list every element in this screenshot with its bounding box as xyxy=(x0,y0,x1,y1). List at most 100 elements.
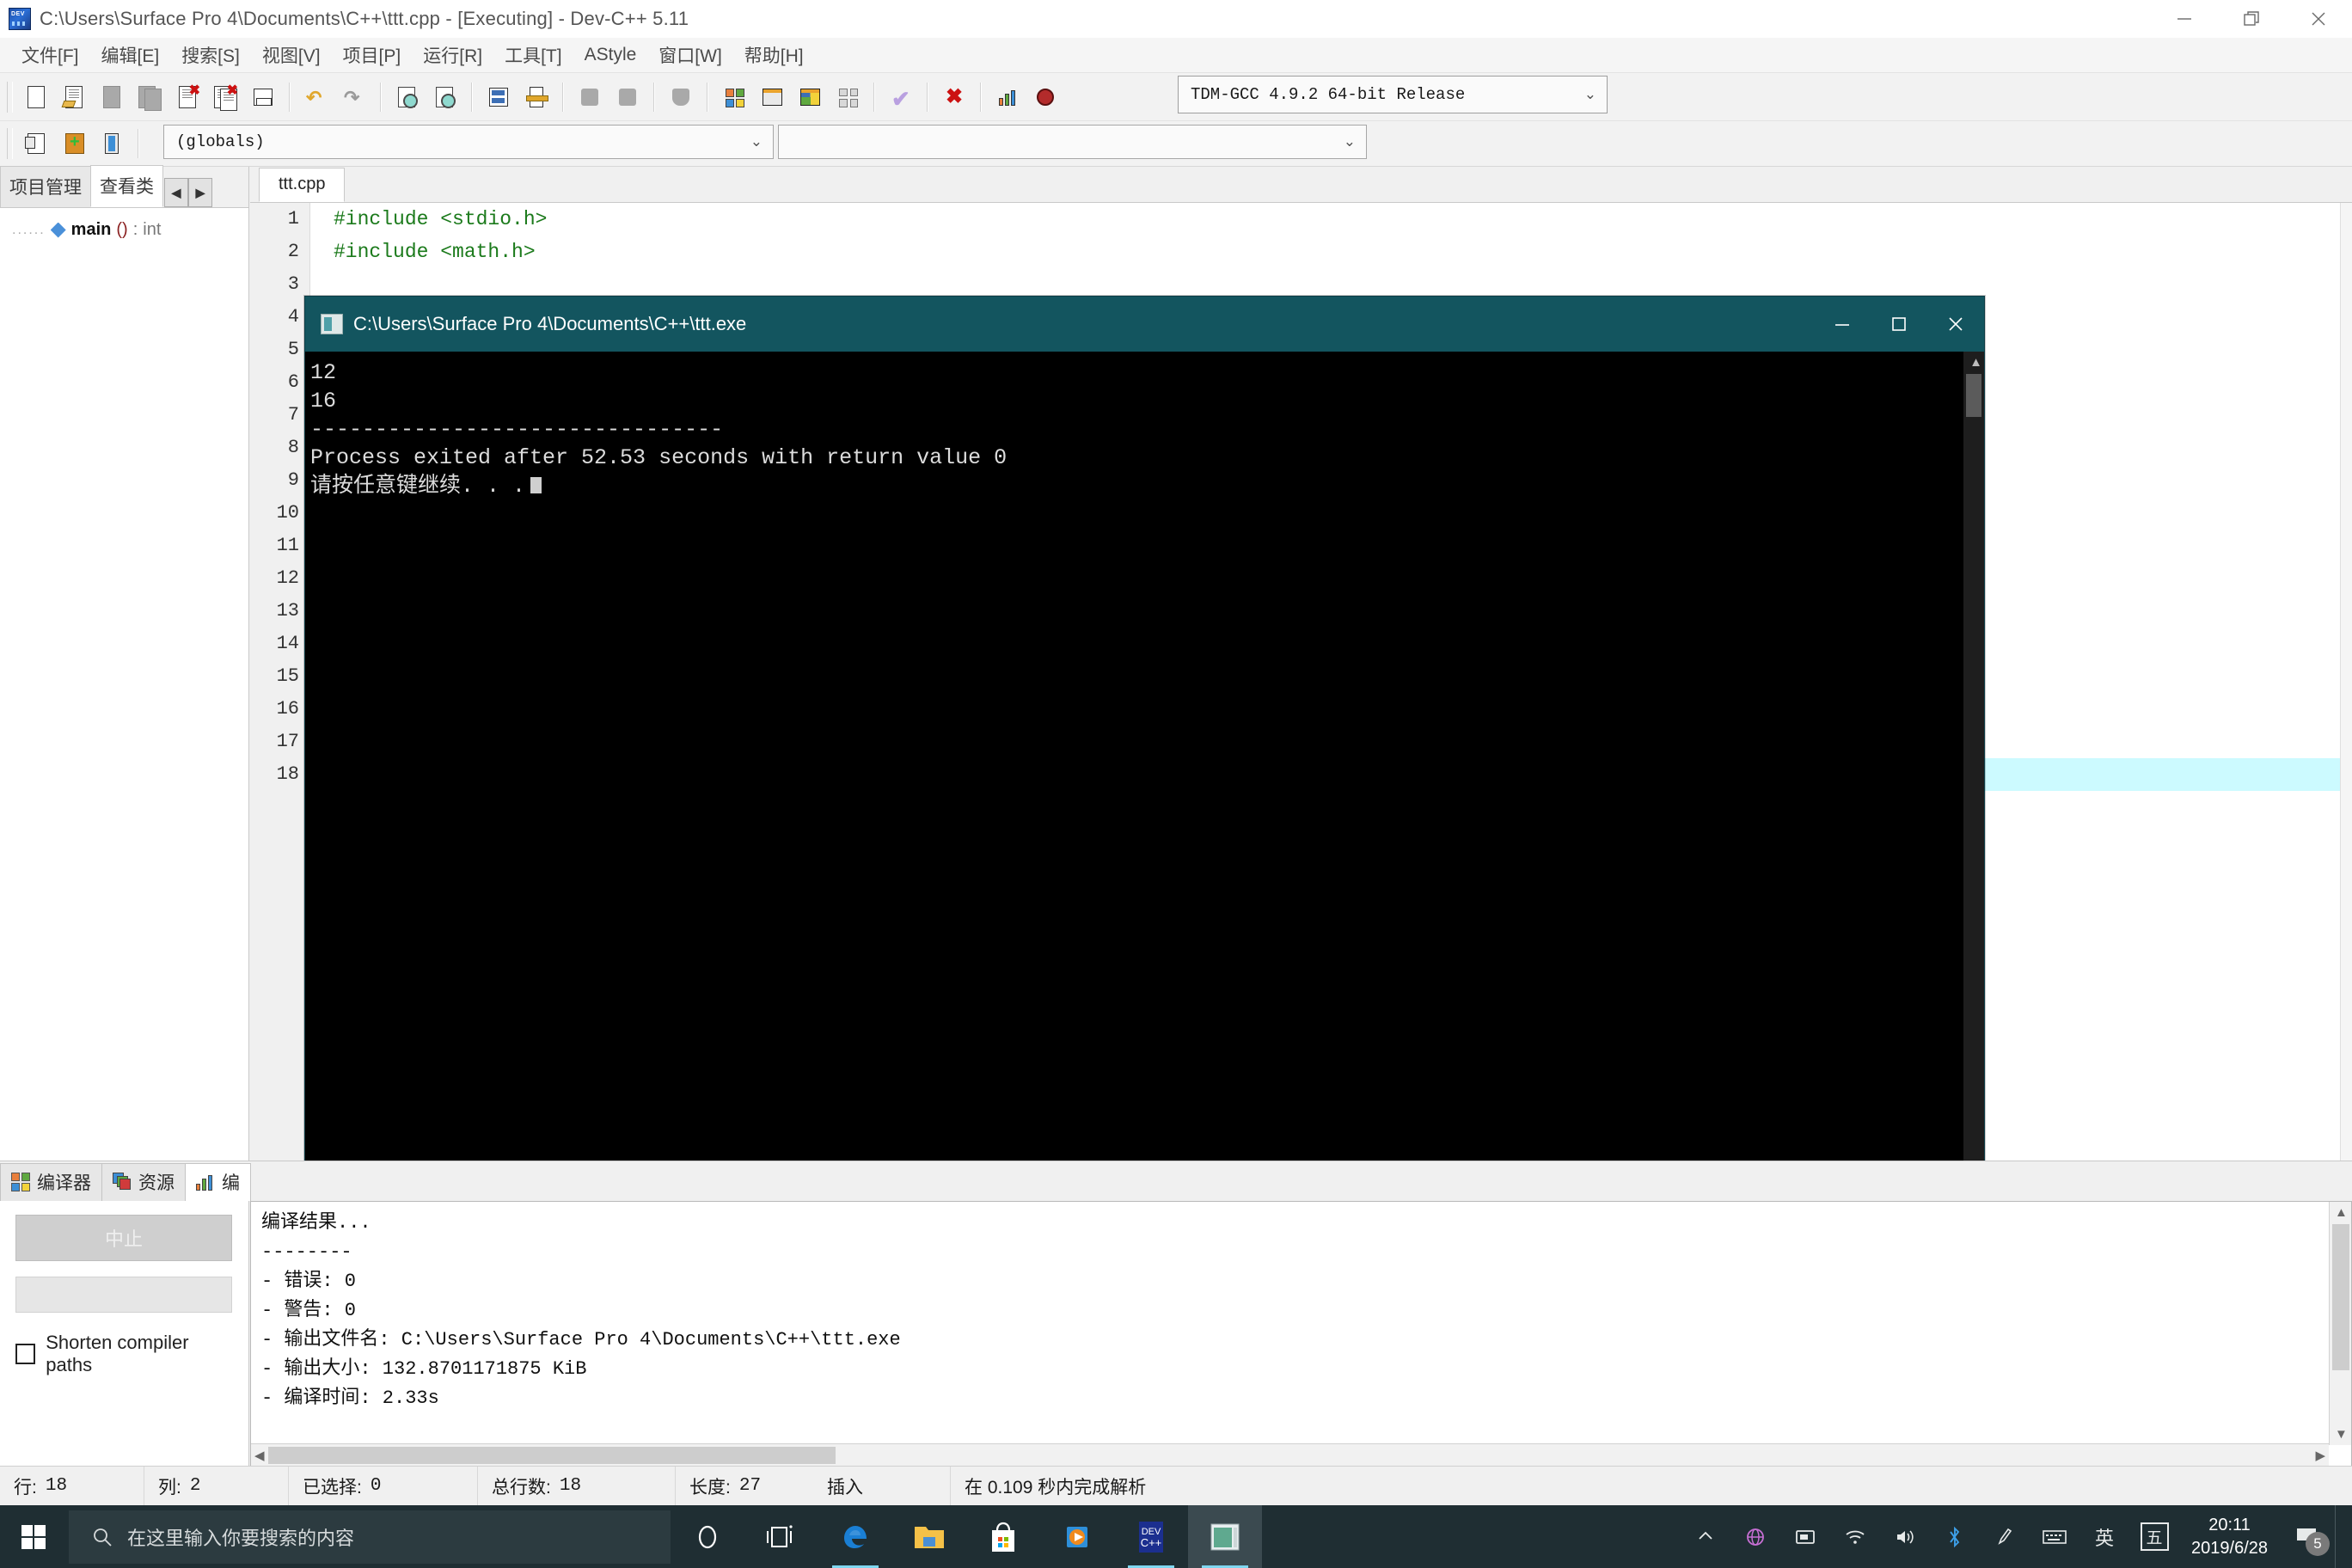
editor-tab-ttt-cpp[interactable]: ttt.cpp xyxy=(259,168,346,202)
minimize-icon[interactable] xyxy=(1814,297,1871,352)
windows-start-icon[interactable] xyxy=(0,1505,69,1568)
console-output[interactable]: 12 16 -------------------------------- Proc… xyxy=(305,352,1984,1199)
file-explorer-icon[interactable] xyxy=(892,1505,966,1568)
new-file-icon[interactable] xyxy=(17,78,55,116)
code-line[interactable]: #include <math.h> xyxy=(311,236,2340,268)
log-vscroll-thumb[interactable] xyxy=(2332,1224,2349,1370)
tab-scroll-right-icon[interactable]: ▶ xyxy=(188,178,212,207)
open-file-icon[interactable] xyxy=(55,78,93,116)
symbol-select[interactable]: ⌄ xyxy=(778,125,1367,159)
close-icon[interactable] xyxy=(1927,297,1984,352)
toggle-icon[interactable] xyxy=(55,125,93,162)
task-view-icon[interactable] xyxy=(744,1505,818,1568)
abort-button[interactable]: 中止 xyxy=(15,1215,232,1261)
compile-run-icon[interactable] xyxy=(791,78,829,116)
console-window[interactable]: C:\Users\Surface Pro 4\Documents\C++\ttt… xyxy=(304,296,1985,1199)
menu-project[interactable]: 项目[P] xyxy=(332,39,413,71)
menu-edit[interactable]: 编辑[E] xyxy=(90,39,171,71)
network-icon[interactable] xyxy=(1730,1505,1780,1568)
syntax-check-icon[interactable]: ✔ xyxy=(882,78,920,116)
dev-cpp-icon[interactable]: DEV C++ xyxy=(1114,1505,1188,1568)
console-window-icon[interactable] xyxy=(1188,1505,1262,1568)
forward-icon[interactable] xyxy=(609,78,646,116)
console-scroll-thumb[interactable] xyxy=(1966,374,1981,417)
stop-execution-icon[interactable]: ✖ xyxy=(935,78,973,116)
compiler-select[interactable]: TDM-GCC 4.9.2 64-bit Release ⌄ xyxy=(1178,76,1608,113)
menu-tools[interactable]: 工具[T] xyxy=(493,39,573,71)
show-hidden-icons-icon[interactable] xyxy=(1681,1505,1730,1568)
microsoft-store-icon[interactable] xyxy=(966,1505,1040,1568)
movies-tv-icon[interactable] xyxy=(1040,1505,1114,1568)
cortana-icon[interactable] xyxy=(671,1505,744,1568)
menu-run[interactable]: 运行[R] xyxy=(412,39,493,71)
back-icon[interactable] xyxy=(571,78,609,116)
tab-resources[interactable]: 资源 xyxy=(101,1163,186,1201)
show-desktop-button[interactable] xyxy=(2335,1505,2343,1568)
redo-icon[interactable]: ↷ xyxy=(335,78,373,116)
rebuild-all-icon[interactable] xyxy=(829,78,867,116)
log-hscroll-thumb[interactable] xyxy=(268,1447,836,1464)
globals-select[interactable]: (globals) ⌄ xyxy=(163,125,774,159)
shorten-paths-row[interactable]: Shorten compiler paths xyxy=(15,1332,233,1376)
find-next-icon[interactable] xyxy=(426,78,464,116)
menu-window[interactable]: 窗口[W] xyxy=(647,39,733,71)
tree-item-main[interactable]: ...... main () : int xyxy=(12,220,248,240)
menu-search[interactable]: 搜索[S] xyxy=(170,39,251,71)
goto-function-icon[interactable] xyxy=(518,78,555,116)
undo-icon[interactable]: ↶ xyxy=(297,78,335,116)
keyboard-icon[interactable] xyxy=(2030,1505,2079,1568)
profile-icon[interactable] xyxy=(989,78,1026,116)
scroll-left-icon[interactable]: ◀ xyxy=(254,1448,265,1463)
scroll-up-icon[interactable]: ▲ xyxy=(2335,1205,2348,1220)
menu-file[interactable]: 文件[F] xyxy=(10,39,90,71)
clock[interactable]: 20:11 2019/6/28 xyxy=(2179,1514,2280,1560)
tab-class-browser[interactable]: 查看类 xyxy=(90,165,163,207)
wifi-icon[interactable] xyxy=(1830,1505,1880,1568)
tablet-mode-icon[interactable] xyxy=(1780,1505,1830,1568)
close-file-icon[interactable]: ✖ xyxy=(168,78,206,116)
tab-compile-log[interactable]: 编 xyxy=(185,1163,251,1201)
restore-icon[interactable] xyxy=(2218,0,2285,38)
minimize-icon[interactable] xyxy=(2151,0,2218,38)
scroll-right-icon[interactable]: ▶ xyxy=(2315,1448,2325,1463)
save-icon[interactable] xyxy=(93,78,131,116)
search-input[interactable]: 在这里输入你要搜索的内容 xyxy=(69,1510,671,1564)
shorten-compiler-paths-checkbox[interactable] xyxy=(15,1344,36,1364)
close-icon[interactable] xyxy=(2285,0,2352,38)
log-vertical-scrollbar[interactable]: ▲ ▼ xyxy=(2329,1202,2351,1445)
tab-compiler[interactable]: 编译器 xyxy=(0,1163,102,1201)
compile-log-output[interactable]: 编译结果... -------- - 错误: 0 - 警告: 0 - 输出文件名: C:… xyxy=(250,1201,2352,1467)
close-all-icon[interactable]: ✖ xyxy=(206,78,244,116)
goto-icon[interactable] xyxy=(93,125,131,162)
insert-icon[interactable] xyxy=(17,125,55,162)
debug-icon[interactable] xyxy=(1026,78,1064,116)
save-all-icon[interactable] xyxy=(131,78,168,116)
run-icon[interactable] xyxy=(753,78,791,116)
menu-astyle[interactable]: AStyle xyxy=(573,41,648,69)
ime-language-indicator[interactable]: 英 xyxy=(2079,1505,2129,1568)
editor-scrollbar[interactable] xyxy=(2340,203,2352,1161)
console-scrollbar[interactable]: ▲ ▼ xyxy=(1963,352,1984,1199)
scroll-down-icon[interactable]: ▼ xyxy=(2335,1427,2348,1442)
pen-icon[interactable] xyxy=(1980,1505,2030,1568)
toolbar-grip[interactable] xyxy=(7,128,13,159)
toolbar-grip[interactable] xyxy=(7,81,13,113)
tab-project-manager[interactable]: 项目管理 xyxy=(0,166,91,207)
compile-icon[interactable] xyxy=(715,78,753,116)
goto-line-icon[interactable] xyxy=(480,78,518,116)
find-icon[interactable] xyxy=(389,78,426,116)
menu-view[interactable]: 视图[V] xyxy=(251,39,332,71)
menu-help[interactable]: 帮助[H] xyxy=(733,39,815,71)
bluetooth-icon[interactable] xyxy=(1930,1505,1980,1568)
tab-scroll-left-icon[interactable]: ◀ xyxy=(164,178,188,207)
console-title-bar[interactable]: C:\Users\Surface Pro 4\Documents\C++\ttt… xyxy=(305,297,1984,352)
print-icon[interactable] xyxy=(244,78,282,116)
edge-icon[interactable] xyxy=(818,1505,892,1568)
maximize-icon[interactable] xyxy=(1871,297,1927,352)
code-line[interactable]: #include <stdio.h> xyxy=(311,203,2340,236)
notification-icon[interactable]: 5 xyxy=(2280,1505,2335,1568)
ime-mode-indicator[interactable]: 五 xyxy=(2129,1505,2179,1568)
volume-icon[interactable] xyxy=(1880,1505,1930,1568)
scroll-up-icon[interactable]: ▲ xyxy=(1969,355,1982,370)
shield-icon[interactable] xyxy=(662,78,700,116)
